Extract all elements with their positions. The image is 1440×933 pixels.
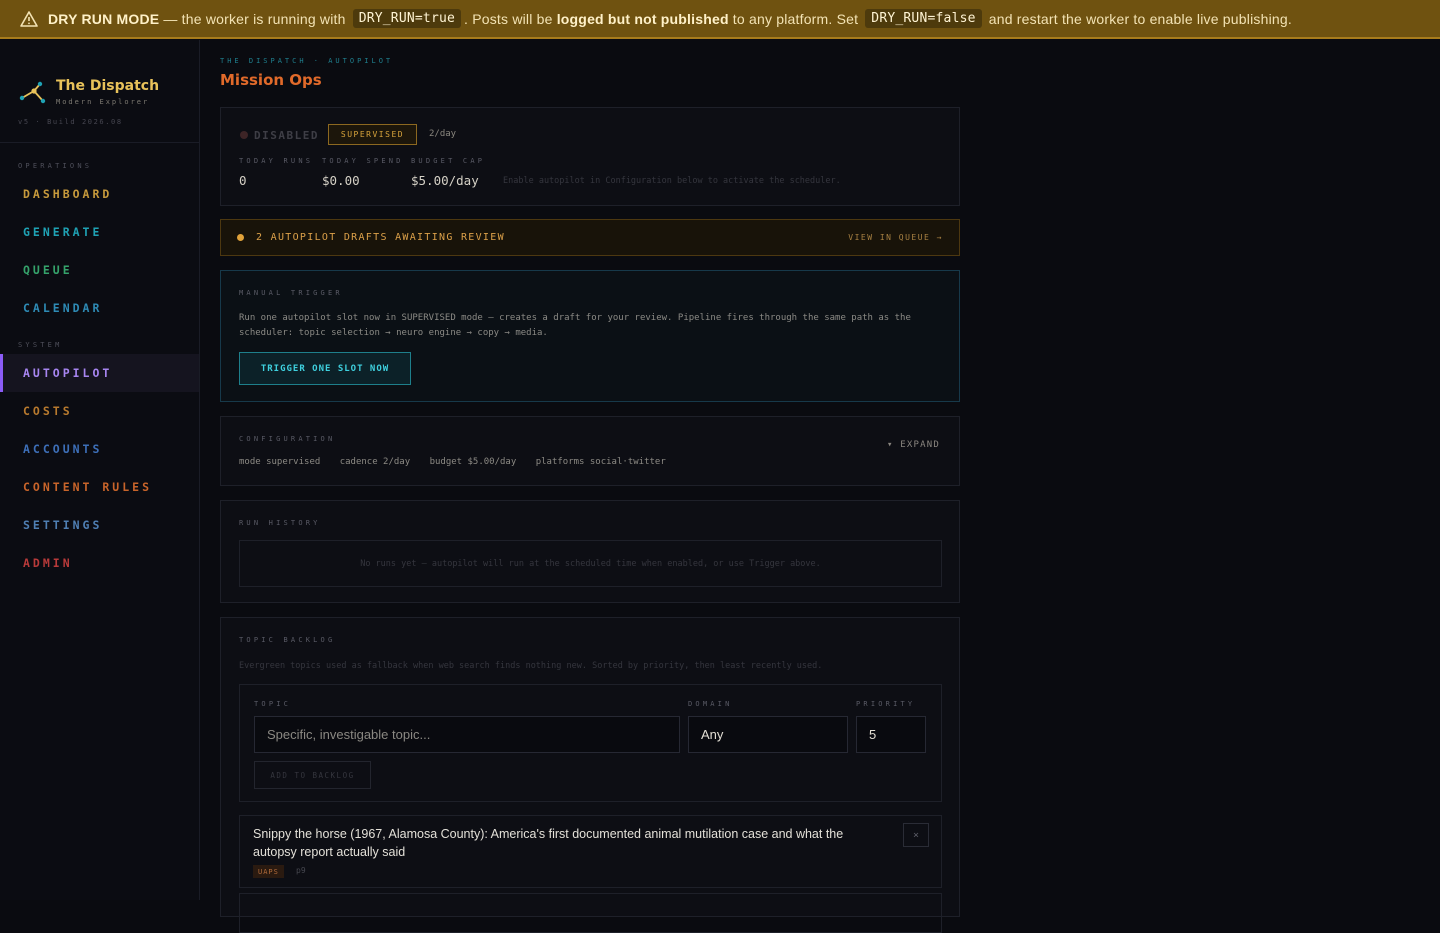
add-to-backlog-button[interactable]: ADD TO BACKLOG (254, 761, 371, 789)
logo-icon (18, 78, 46, 106)
nav-dashboard[interactable]: DASHBOARD (0, 175, 199, 213)
backlog-item: Snippy the horse (1967, Alamosa County):… (239, 815, 942, 888)
nav-autopilot[interactable]: AUTOPILOT (0, 354, 199, 392)
section-operations: OPERATIONS (18, 162, 93, 170)
topic-label: TOPIC (254, 700, 292, 708)
manual-trigger-card: MANUAL TRIGGER Run one autopilot slot no… (220, 270, 960, 402)
banner-code-2: DRY_RUN=false (865, 9, 982, 28)
metric-label: TODAY SPEND (322, 157, 404, 165)
metric-value: $0.00 (322, 173, 360, 188)
dry-run-banner: DRY RUN MODE — the worker is running wit… (0, 0, 1440, 39)
banner-text-2: . Posts will be (464, 10, 557, 27)
domain-badge: UAPS (253, 865, 284, 878)
metric-value: 0 (239, 173, 247, 188)
nav-calendar[interactable]: CALENDAR (0, 289, 199, 327)
manual-trigger-label: MANUAL TRIGGER (239, 289, 343, 297)
nav-generate[interactable]: GENERATE (0, 213, 199, 251)
status-dot-icon (240, 131, 248, 139)
priority-input[interactable]: 5 (856, 716, 926, 753)
banner-text-1: — the worker is running with (159, 10, 350, 27)
cadence-label: 2/day (429, 129, 457, 139)
nav-admin[interactable]: ADMIN (0, 544, 199, 582)
drafts-text: 2 AUTOPILOT DRAFTS AWAITING REVIEW (256, 232, 505, 243)
drafts-notice: 2 AUTOPILOT DRAFTS AWAITING REVIEW VIEW … (220, 219, 960, 256)
metric-budget-cap: BUDGET CAP $5.00/day (411, 157, 485, 188)
pending-dot-icon (237, 234, 244, 241)
status-card: DISABLED SUPERVISED 2/day TODAY RUNS 0 T… (220, 107, 960, 206)
brand-name: The Dispatch (56, 78, 160, 94)
expand-button[interactable]: ▾ EXPAND (887, 440, 940, 450)
nav-label: COSTS (23, 404, 73, 418)
sidebar: The Dispatch Modern Explorer v5 · Build … (0, 40, 200, 900)
nav-costs[interactable]: COSTS (0, 392, 199, 430)
backlog-item-text: Snippy the horse (1967, Alamosa County):… (253, 827, 844, 859)
nav-label: ADMIN (23, 556, 73, 570)
nav-queue[interactable]: QUEUE (0, 251, 199, 289)
trigger-slot-button[interactable]: TRIGGER ONE SLOT NOW (239, 352, 411, 385)
run-history-empty: No runs yet — autopilot will run at the … (239, 540, 942, 587)
configuration-summary: mode supervised cadence 2/day budget $5.… (239, 457, 680, 467)
remove-icon[interactable]: × (903, 823, 929, 847)
nav-label: DASHBOARD (23, 187, 113, 201)
status-state: DISABLED (254, 129, 319, 142)
view-in-queue-link[interactable]: VIEW IN QUEUE → (848, 233, 943, 242)
nav-label: CONTENT RULES (23, 480, 153, 494)
topic-backlog-card: TOPIC BACKLOG Evergreen topics used as f… (220, 617, 960, 933)
banner-bold: logged but not published (556, 10, 729, 27)
metric-label: BUDGET CAP (411, 157, 486, 165)
config-cadence: cadence 2/day (339, 457, 411, 467)
section-system: SYSTEM (18, 341, 63, 349)
banner-text-3: to any platform. Set (728, 10, 863, 27)
banner-text-4: and restart the worker to enable live pu… (984, 10, 1292, 27)
nav-label: CALENDAR (23, 301, 103, 315)
nav-label: AUTOPILOT (23, 366, 113, 380)
priority-label: PRIORITY (856, 700, 916, 708)
metric-today-spend: TODAY SPEND $0.00 (322, 157, 404, 188)
brand-tagline: Modern Explorer (56, 98, 150, 106)
metric-label: TODAY RUNS (239, 157, 314, 165)
run-history-label: RUN HISTORY (239, 519, 321, 527)
nav-label: ACCOUNTS (23, 442, 103, 456)
metric-value: $5.00/day (411, 173, 479, 188)
breadcrumb: THE DISPATCH · AUTOPILOT (220, 57, 394, 65)
nav-label: SETTINGS (23, 518, 103, 532)
mode-badge: SUPERVISED (328, 124, 417, 145)
backlog-item (239, 893, 942, 933)
config-platforms: platforms social·twitter (535, 457, 666, 467)
run-history-card: RUN HISTORY No runs yet — autopilot will… (220, 500, 960, 603)
add-topic-form: TOPIC DOMAIN PRIORITY Specific, investig… (239, 684, 942, 802)
nav-label: QUEUE (23, 263, 73, 277)
priority-badge: p9 (296, 866, 306, 875)
nav-accounts[interactable]: ACCOUNTS (0, 430, 199, 468)
status-hint: Enable autopilot in Configuration below … (503, 176, 841, 186)
topic-input[interactable]: Specific, investigable topic... (254, 716, 680, 753)
config-budget: budget $5.00/day (429, 457, 517, 467)
nav-label: GENERATE (23, 225, 103, 239)
domain-select[interactable]: Any (688, 716, 848, 753)
nav-settings[interactable]: SETTINGS (0, 506, 199, 544)
nav-content-rules[interactable]: CONTENT RULES (0, 468, 199, 506)
configuration-label: CONFIGURATION (239, 435, 336, 443)
build-label: v5 · Build 2026.08 (18, 118, 123, 126)
configuration-card: CONFIGURATION ▾ EXPAND mode supervised c… (220, 416, 960, 486)
manual-trigger-description: Run one autopilot slot now in SUPERVISED… (239, 313, 911, 338)
page-title: Mission Ops (220, 71, 322, 89)
metric-today-runs: TODAY RUNS 0 (239, 157, 313, 188)
banner-mode: DRY RUN MODE (48, 10, 160, 27)
topic-backlog-description: Evergreen topics used as fallback when w… (239, 661, 823, 671)
brand[interactable]: The Dispatch Modern Explorer v5 · Build … (0, 40, 199, 143)
banner-code-1: DRY_RUN=true (352, 9, 462, 28)
domain-label: DOMAIN (688, 700, 733, 708)
topic-backlog-label: TOPIC BACKLOG (239, 636, 336, 644)
config-mode: mode supervised (239, 457, 321, 467)
warning-icon (20, 10, 38, 28)
